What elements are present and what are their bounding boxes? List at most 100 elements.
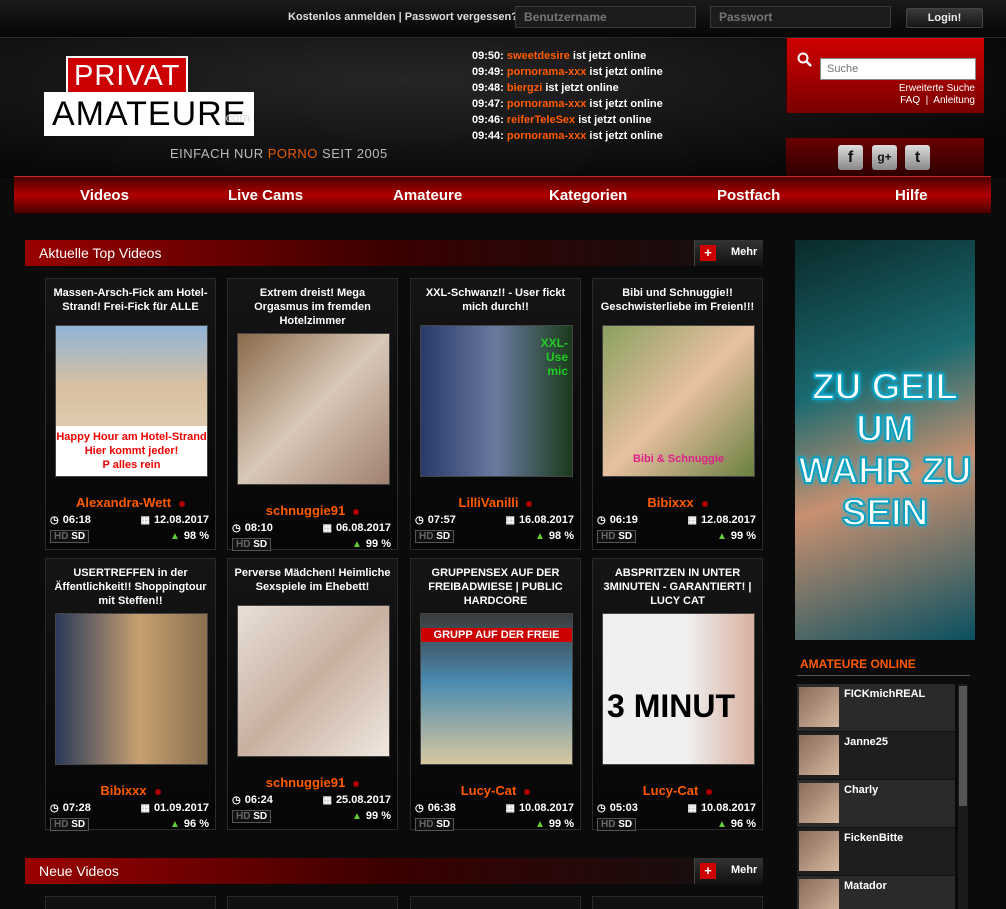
video-thumbnail[interactable] xyxy=(55,613,208,765)
amateur-name[interactable]: Charly xyxy=(844,784,878,796)
advertisement-banner[interactable]: ZU GEIL UM WAHR ZU SEIN xyxy=(795,240,975,640)
login-button[interactable]: Login! xyxy=(906,8,983,28)
feed-status: ist jetzt online xyxy=(586,130,663,142)
video-thumbnail[interactable]: Bibi & Schnuggie xyxy=(602,325,755,477)
more-button[interactable]: + Mehr xyxy=(694,858,763,884)
video-title[interactable]: Perverse Mädchen! Heimliche Sexspiele im… xyxy=(232,566,393,594)
card-stub xyxy=(45,896,216,909)
video-title[interactable]: Massen-Arsch-Fick am Hotel-Strand! Frei-… xyxy=(50,286,211,314)
nav-kategorien[interactable]: Kategorien xyxy=(549,187,627,204)
amateur-name[interactable]: Matador xyxy=(844,880,887,892)
scrollbar-thumb[interactable] xyxy=(959,686,967,806)
video-date: ▦ 06.08.2017 xyxy=(322,522,391,534)
video-title[interactable]: Bibi und Schnuggie!! Geschwisterliebe im… xyxy=(597,286,758,314)
avatar[interactable] xyxy=(799,879,839,909)
video-uploader[interactable]: Alexandra-Wett xyxy=(46,495,215,510)
video-card[interactable]: ABSPRITZEN IN UNTER 3MINUTEN - GARANTIER… xyxy=(592,558,763,831)
online-feed-item[interactable]: 09:47: pornorama-xxx ist jetzt online xyxy=(472,96,663,112)
amateur-online-item[interactable]: Janne25 xyxy=(797,732,955,780)
video-thumbnail[interactable]: 3 MINUT xyxy=(602,613,755,765)
uploader-name[interactable]: LilliVanilli xyxy=(459,495,519,510)
video-uploader[interactable]: LilliVanilli xyxy=(411,495,580,510)
avatar[interactable] xyxy=(799,783,839,823)
video-title[interactable]: XXL-Schwanz!! - User fickt mich durch!! xyxy=(415,286,576,314)
online-feed-item[interactable]: 09:50: sweetdesire ist jetzt online xyxy=(472,48,663,64)
video-thumbnail[interactable] xyxy=(237,333,390,485)
online-feed-item[interactable]: 09:46: reiferTeleSex ist jetzt online xyxy=(472,112,663,128)
advanced-search-link[interactable]: Erweiterte Suche xyxy=(899,83,975,95)
amateur-name[interactable]: FICKmichREAL xyxy=(844,688,925,700)
video-duration: ◷ 06:18 xyxy=(50,514,91,526)
video-thumbnail[interactable]: GRUPP AUF DER FREIE xyxy=(420,613,573,765)
username-input[interactable] xyxy=(515,6,696,28)
avatar[interactable] xyxy=(799,735,839,775)
uploader-name[interactable]: schnuggie91 xyxy=(266,775,345,790)
video-title[interactable]: USERTREFFEN in der Äffentlichkeit!! Shop… xyxy=(50,566,211,608)
account-links[interactable]: Kostenlos anmelden | Passwort vergessen? xyxy=(288,11,518,23)
video-uploader[interactable]: Bibixxx xyxy=(593,495,762,510)
facebook-icon[interactable]: f xyxy=(838,145,863,170)
feed-username[interactable]: pornorama-xxx xyxy=(507,130,586,142)
uploader-name[interactable]: Alexandra-Wett xyxy=(76,495,171,510)
online-feed-item[interactable]: 09:48: biergzi ist jetzt online xyxy=(472,80,663,96)
video-card[interactable]: GRUPPENSEX AUF DER FREIBADWIESE | PUBLIC… xyxy=(410,558,581,831)
nav-live-cams[interactable]: Live Cams xyxy=(228,187,303,204)
sd-label: SD xyxy=(436,531,451,542)
video-uploader[interactable]: Lucy-Cat xyxy=(411,783,580,798)
amateur-online-item[interactable]: Matador xyxy=(797,876,955,909)
video-card[interactable]: Bibi und Schnuggie!! Geschwisterliebe im… xyxy=(592,278,763,550)
video-rating: ▲ 96 % xyxy=(170,818,209,830)
video-thumbnail[interactable] xyxy=(237,605,390,757)
video-card[interactable]: Perverse Mädchen! Heimliche Sexspiele im… xyxy=(227,558,398,830)
password-input[interactable] xyxy=(710,6,891,28)
nav-hilfe[interactable]: Hilfe xyxy=(895,187,928,204)
video-card[interactable]: Extrem dreist! Mega Orgasmus im fremden … xyxy=(227,278,398,551)
nav-videos[interactable]: Videos xyxy=(80,187,129,204)
uploader-name[interactable]: Bibixxx xyxy=(647,495,693,510)
video-uploader[interactable]: Bibixxx xyxy=(46,783,215,798)
site-logo[interactable]: PRIVAT AMATEURE .com EINFACH NUR PORNO S… xyxy=(44,56,387,176)
feed-username[interactable]: pornorama-xxx xyxy=(507,98,586,110)
guide-link[interactable]: Anleitung xyxy=(933,95,975,106)
video-uploader[interactable]: Lucy-Cat xyxy=(593,783,762,798)
amateur-online-item[interactable]: Charly xyxy=(797,780,955,828)
avatar[interactable] xyxy=(799,831,839,871)
amateur-name[interactable]: FickenBitte xyxy=(844,832,903,844)
video-card[interactable]: Massen-Arsch-Fick am Hotel-Strand! Frei-… xyxy=(45,278,216,550)
more-button[interactable]: + Mehr xyxy=(694,240,763,266)
faq-link[interactable]: FAQ xyxy=(900,95,920,106)
feed-username[interactable]: biergzi xyxy=(507,82,542,94)
uploader-name[interactable]: Lucy-Cat xyxy=(643,783,699,798)
video-thumbnail[interactable]: Happy Hour am Hotel-Strand Hier kommt je… xyxy=(55,325,208,477)
amateur-online-item[interactable]: FICKmichREAL xyxy=(797,684,955,732)
clock-icon: ◷ xyxy=(597,515,606,526)
video-title[interactable]: GRUPPENSEX AUF DER FREIBADWIESE | PUBLIC… xyxy=(415,566,576,608)
uploader-name[interactable]: Lucy-Cat xyxy=(461,783,517,798)
nav-postfach[interactable]: Postfach xyxy=(717,187,780,204)
feed-username[interactable]: reiferTeleSex xyxy=(507,114,575,126)
search-icon[interactable] xyxy=(797,52,813,68)
online-feed-item[interactable]: 09:49: pornorama-xxx ist jetzt online xyxy=(472,64,663,80)
online-status-icon xyxy=(526,500,533,507)
video-title[interactable]: ABSPRITZEN IN UNTER 3MINUTEN - GARANTIER… xyxy=(597,566,758,608)
video-card[interactable]: XXL-Schwanz!! - User fickt mich durch!! … xyxy=(410,278,581,550)
feed-username[interactable]: sweetdesire xyxy=(507,50,570,62)
uploader-name[interactable]: Bibixxx xyxy=(100,783,146,798)
amateur-name[interactable]: Janne25 xyxy=(844,736,888,748)
video-uploader[interactable]: schnuggie91 xyxy=(228,775,397,790)
amateur-online-item[interactable]: FickenBitte xyxy=(797,828,955,876)
online-feed-item[interactable]: 09:44: pornorama-xxx ist jetzt online xyxy=(472,128,663,144)
video-uploader[interactable]: schnuggie91 xyxy=(228,503,397,518)
feed-username[interactable]: pornorama-xxx xyxy=(507,66,586,78)
video-thumbnail[interactable]: XXL- Use mic xyxy=(420,325,573,477)
google-plus-icon[interactable]: g+ xyxy=(872,145,897,170)
duration-value: 05:03 xyxy=(609,802,638,814)
avatar[interactable] xyxy=(799,687,839,727)
video-title[interactable]: Extrem dreist! Mega Orgasmus im fremden … xyxy=(232,286,393,328)
uploader-name[interactable]: schnuggie91 xyxy=(266,503,345,518)
search-input[interactable] xyxy=(820,58,976,80)
nav-amateure[interactable]: Amateure xyxy=(393,187,462,204)
amateure-scrollbar[interactable] xyxy=(958,684,968,909)
video-card[interactable]: USERTREFFEN in der Äffentlichkeit!! Shop… xyxy=(45,558,216,831)
twitter-icon[interactable]: t xyxy=(905,145,930,170)
